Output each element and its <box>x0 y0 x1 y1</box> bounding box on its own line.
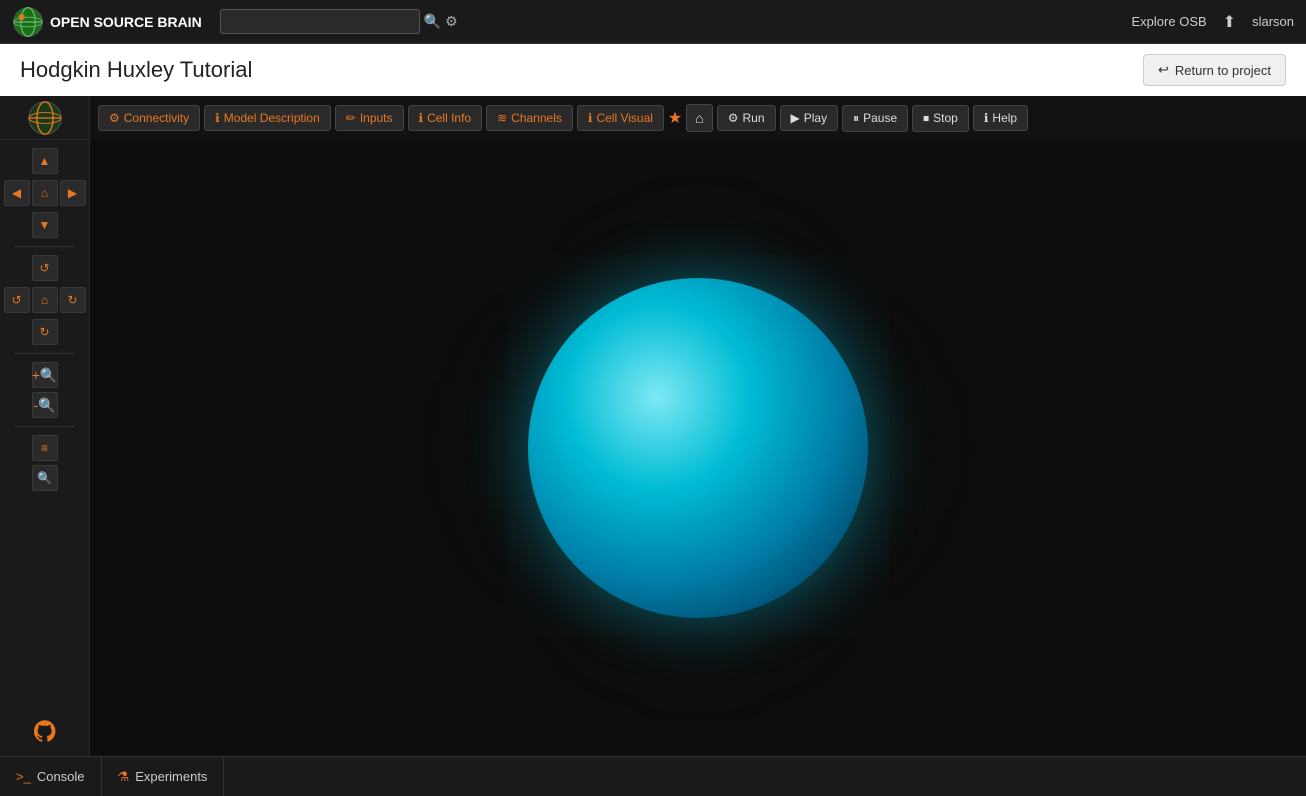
redo-button[interactable]: ↻ <box>60 287 86 313</box>
tab-inputs-label: Inputs <box>360 111 393 125</box>
pause-button[interactable]: ⏸ Pause <box>842 105 908 132</box>
nav-horizontal-row: ◀ ⌂ ▶ <box>4 180 86 206</box>
tab-model-description-label: Model Description <box>224 111 320 125</box>
search-button[interactable]: 🔍 <box>32 465 58 491</box>
nav-left-button[interactable]: ◀ <box>4 180 30 206</box>
help-label: Help <box>992 111 1017 125</box>
channels-icon: ≋ <box>497 111 507 125</box>
experiments-icon: ⚗ <box>118 769 130 785</box>
console-tab[interactable]: >_ Console <box>0 757 102 796</box>
logo-area: OPEN SOURCE BRAIN <box>12 6 202 38</box>
experiments-tab[interactable]: ⚗ Experiments <box>102 757 225 796</box>
return-icon: ↩ <box>1158 62 1169 78</box>
nav-up-button[interactable]: ▲ <box>32 148 58 174</box>
tab-cell-visual[interactable]: ℹ Cell Visual <box>577 105 664 131</box>
tab-cell-visual-label: Cell Visual <box>596 111 652 125</box>
sidebar-divider-3 <box>15 426 75 427</box>
experiments-tab-label: Experiments <box>135 769 207 784</box>
play-label: Play <box>804 111 827 125</box>
control-row: ↺ ⌂ ↻ <box>4 287 86 313</box>
top-section: ⚙ Connectivity ℹ Model Description ✏ Inp… <box>0 96 1306 140</box>
toolbar: ⚙ Connectivity ℹ Model Description ✏ Inp… <box>90 96 1036 140</box>
logo-icon <box>12 6 44 38</box>
cell-visual-icon: ℹ <box>588 111 593 125</box>
connectivity-icon: ⚙ <box>109 111 120 125</box>
reset-rotation-button[interactable]: ↻ <box>32 319 58 345</box>
help-icon: ℹ <box>984 111 989 125</box>
console-tab-label: Console <box>37 769 85 784</box>
main-layout: ▲ ◀ ⌂ ▶ ▼ ↺ ↺ ⌂ ↻ ↻ +🔍 -🔍 ≡ 🔍 <box>0 140 1306 756</box>
sidebar-divider-2 <box>15 353 75 354</box>
help-button[interactable]: ℹ Help <box>973 105 1028 131</box>
run-label: Run <box>743 111 765 125</box>
tab-channels-label: Channels <box>511 111 562 125</box>
console-icon: >_ <box>16 769 31 784</box>
tab-cell-info[interactable]: ℹ Cell Info <box>408 105 483 131</box>
return-btn-label: Return to project <box>1175 63 1271 78</box>
github-icon[interactable] <box>34 720 56 748</box>
search-icon[interactable]: 🔍 <box>424 13 441 30</box>
tab-inputs[interactable]: ✏ Inputs <box>335 105 404 131</box>
pause-icon: ⏸ <box>853 111 859 126</box>
play-icon: ▶ <box>791 111 800 125</box>
home-button[interactable]: ⌂ <box>686 104 712 132</box>
search-input[interactable] <box>220 9 420 34</box>
tab-connectivity[interactable]: ⚙ Connectivity <box>98 105 200 131</box>
search-bar: 🔍 ⚙ <box>220 9 458 34</box>
star-button[interactable]: ★ <box>668 108 682 128</box>
user-menu[interactable]: slarson <box>1252 14 1294 29</box>
zoom-out-button[interactable]: -🔍 <box>32 392 58 418</box>
tab-cell-info-label: Cell Info <box>427 111 471 125</box>
sidebar-divider-1 <box>15 246 75 247</box>
home2-button[interactable]: ⌂ <box>32 287 58 313</box>
top-navbar: OPEN SOURCE BRAIN 🔍 ⚙ Explore OSB ⬆ slar… <box>0 0 1306 44</box>
nav-home-button[interactable]: ⌂ <box>32 180 58 206</box>
model-desc-icon: ℹ <box>215 111 220 125</box>
tab-channels[interactable]: ≋ Channels <box>486 105 573 131</box>
canvas-area <box>90 140 1306 756</box>
logo-text: OPEN SOURCE BRAIN <box>50 14 202 30</box>
project-header: Hodgkin Huxley Tutorial ↩ Return to proj… <box>0 44 1306 96</box>
share-icon[interactable]: ⬆ <box>1223 12 1236 32</box>
return-to-project-button[interactable]: ↩ Return to project <box>1143 54 1286 86</box>
zoom-in-button[interactable]: +🔍 <box>32 362 58 388</box>
action-buttons: ★ ⌂ ⚙ Run ▶ Play ⏸ Pause ⏹ Stop ℹ Help <box>668 104 1028 132</box>
undo-button[interactable]: ↺ <box>4 287 30 313</box>
tab-connectivity-label: Connectivity <box>124 111 189 125</box>
list-view-button[interactable]: ≡ <box>32 435 58 461</box>
stop-button[interactable]: ⏹ Stop <box>912 105 969 132</box>
nav-down-button[interactable]: ▼ <box>32 212 58 238</box>
bottom-bar: >_ Console ⚗ Experiments <box>0 756 1306 796</box>
nav-right: Explore OSB ⬆ slarson <box>1132 12 1294 32</box>
inputs-icon: ✏ <box>346 111 356 125</box>
search-settings-icon[interactable]: ⚙ <box>445 13 458 30</box>
sidebar-globe-icon <box>27 100 63 136</box>
stop-label: Stop <box>933 111 958 125</box>
neuron-sphere <box>528 278 868 618</box>
nav-right-button[interactable]: ▶ <box>60 180 86 206</box>
explore-osb-link[interactable]: Explore OSB <box>1132 14 1207 29</box>
pause-label: Pause <box>863 111 897 125</box>
tab-model-description[interactable]: ℹ Model Description <box>204 105 331 131</box>
play-button[interactable]: ▶ Play <box>780 105 839 131</box>
stop-icon: ⏹ <box>923 111 929 126</box>
run-icon: ⚙ <box>728 111 739 125</box>
rotate-button[interactable]: ↺ <box>32 255 58 281</box>
left-sidebar: ▲ ◀ ⌂ ▶ ▼ ↺ ↺ ⌂ ↻ ↻ +🔍 -🔍 ≡ 🔍 <box>0 140 90 756</box>
sidebar-globe-area <box>0 96 90 140</box>
project-title: Hodgkin Huxley Tutorial <box>20 57 252 83</box>
run-button[interactable]: ⚙ Run <box>717 105 776 131</box>
cell-info-icon: ℹ <box>419 111 424 125</box>
